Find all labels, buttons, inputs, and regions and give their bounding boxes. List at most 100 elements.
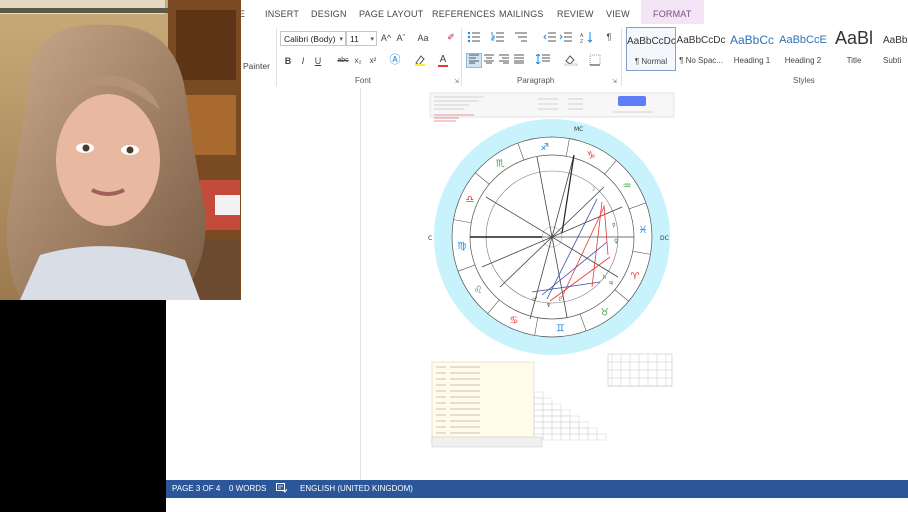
style-heading-2[interactable]: AaBbCcE Heading 2 xyxy=(778,27,828,69)
align-center-icon[interactable] xyxy=(482,54,496,67)
aspect-grid-cell xyxy=(560,409,571,417)
style-sample: AaBl xyxy=(834,28,874,48)
proofing-icon[interactable] xyxy=(276,483,288,495)
bold-button[interactable]: B xyxy=(283,55,293,67)
increase-indent-icon[interactable] xyxy=(559,31,573,46)
align-right-icon[interactable] xyxy=(497,54,511,67)
bottom-strip xyxy=(166,498,908,512)
aspect-grid-cell xyxy=(587,433,598,441)
aspect-grid-cell xyxy=(542,427,553,435)
word-count[interactable]: 0 WORDS xyxy=(229,484,266,493)
tab-references[interactable]: REFERENCES xyxy=(432,9,496,19)
aspect-grid-cell xyxy=(551,409,562,417)
zodiac-sign-glyph: ♑ xyxy=(586,151,595,162)
borders-icon[interactable] xyxy=(588,54,602,69)
aspect-grid-cell xyxy=(560,415,571,423)
font-size-value: 11 xyxy=(350,34,359,44)
font-name-value: Calibri (Body) xyxy=(284,34,336,44)
aspect-grid-cell xyxy=(533,403,544,411)
line-spacing-icon[interactable] xyxy=(535,53,551,67)
aspect-grid-cell xyxy=(569,415,580,423)
aspect-grid-cell xyxy=(533,409,544,417)
align-left-icon[interactable] xyxy=(466,53,482,68)
grow-font-icon[interactable]: A^ xyxy=(380,32,392,44)
format-painter-button[interactable]: Painter xyxy=(243,61,270,71)
font-dialog-launcher-icon[interactable]: ⇲ xyxy=(454,78,459,85)
tab-view[interactable]: VIEW xyxy=(606,9,630,19)
multilevel-list-icon[interactable] xyxy=(514,31,528,46)
numbering-icon[interactable] xyxy=(491,31,505,46)
superscript-button[interactable]: x² xyxy=(367,55,379,67)
tab-mailings[interactable]: MAILINGS xyxy=(499,9,544,19)
italic-button[interactable]: I xyxy=(298,55,308,67)
language-indicator[interactable]: ENGLISH (UNITED KINGDOM) xyxy=(300,484,413,493)
aspect-grid-cell xyxy=(551,421,562,429)
zodiac-sign-glyph: ♐ xyxy=(540,142,549,153)
embedded-chart-image[interactable]: ☽ ☿ ♀ ♄♃ ♂ ♆ ♇ AC MC DC ♈ ♉ ♊ ♋ ♌ ♍ ♎ ♏ ♐ ♑ ♒ ♓ xyxy=(424,92,676,466)
presenter-video xyxy=(0,0,241,300)
aspect-grid-cell xyxy=(569,421,580,429)
svg-text:♇: ♇ xyxy=(558,296,563,303)
chevron-down-icon: ▾ xyxy=(339,36,343,43)
sort-icon[interactable]: AZ xyxy=(580,31,594,46)
text-effects-icon[interactable]: Ⓐ xyxy=(389,54,401,66)
style-heading-1[interactable]: AaBbCc Heading 1 xyxy=(727,27,777,69)
bullets-icon[interactable] xyxy=(467,31,481,46)
descendant-label: DC xyxy=(660,235,669,242)
zodiac-sign-glyph: ♌ xyxy=(473,285,482,296)
paragraph-group-label: Paragraph xyxy=(517,76,555,85)
svg-text:Z: Z xyxy=(580,39,583,43)
aspect-grid-cell xyxy=(551,433,562,441)
font-color-button[interactable]: A xyxy=(437,53,449,67)
zodiac-sign-glyph: ♈ xyxy=(630,271,639,282)
style-sample: AaBbCcDc xyxy=(627,36,675,47)
style-no-spacing[interactable]: AaBbCcDc ¶ No Spac... xyxy=(676,27,726,69)
aspect-grid-cell xyxy=(578,421,589,429)
strikethrough-button[interactable]: abc xyxy=(336,55,350,67)
aspect-grid-cell xyxy=(560,433,571,441)
svg-text:☽: ☽ xyxy=(590,186,595,193)
natal-chart-svg: ☽ ☿ ♀ ♄♃ ♂ ♆ ♇ AC MC DC ♈ ♉ ♊ ♋ ♌ ♍ ♎ ♏ ♐ ♑ ♒ ♓ xyxy=(424,92,675,448)
aspect-grid-cell xyxy=(578,427,589,435)
aspect-grid-cell xyxy=(587,427,598,435)
aspect-grid-cell xyxy=(560,421,571,429)
tab-format[interactable]: FORMAT xyxy=(641,0,704,24)
svg-text:♂: ♂ xyxy=(532,296,537,303)
aspect-grid-cell xyxy=(542,397,553,405)
subscript-button[interactable]: x₂ xyxy=(352,55,364,67)
highlight-icon[interactable] xyxy=(414,54,426,69)
tab-design[interactable]: DESIGN xyxy=(311,9,347,19)
zodiac-sign-glyph: ♓ xyxy=(639,225,648,236)
style-normal[interactable]: AaBbCcDc ¶ Normal xyxy=(626,27,676,71)
video-letterbox xyxy=(0,300,166,512)
shading-icon[interactable] xyxy=(564,54,578,69)
show-formatting-button[interactable]: ¶ xyxy=(603,31,615,43)
style-name: ¶ Normal xyxy=(634,57,668,66)
style-title[interactable]: AaBl Title xyxy=(829,27,879,69)
clear-formatting-icon[interactable]: ✐ xyxy=(444,31,458,43)
aspect-grid-cell xyxy=(533,397,544,405)
justify-icon[interactable] xyxy=(512,54,526,67)
paragraph-dialog-launcher-icon[interactable]: ⇲ xyxy=(612,78,617,85)
aspect-grid-cell xyxy=(542,415,553,423)
aspect-grid-cell xyxy=(569,433,580,441)
font-color-letter: A xyxy=(439,54,447,65)
font-name-combo[interactable]: Calibri (Body) ▾ xyxy=(280,31,346,46)
style-sample: AaBbCcE xyxy=(779,34,827,46)
ribbon-divider xyxy=(461,28,462,86)
page-margin-line xyxy=(360,88,361,480)
font-size-combo[interactable]: 11 ▾ xyxy=(346,31,377,46)
page-count[interactable]: PAGE 3 OF 4 xyxy=(172,484,220,493)
change-case-button[interactable]: Aa xyxy=(415,32,431,44)
tab-review[interactable]: REVIEW xyxy=(557,9,594,19)
style-subtitle[interactable]: AaBb Subti xyxy=(880,27,908,69)
aspect-grid-cell xyxy=(542,433,553,441)
underline-button[interactable]: U xyxy=(313,55,323,67)
decrease-indent-icon[interactable] xyxy=(543,31,557,46)
tab-page-layout[interactable]: PAGE LAYOUT xyxy=(359,9,423,19)
zodiac-sign-glyph: ♒ xyxy=(623,181,632,192)
shrink-font-icon[interactable]: Aˇ xyxy=(395,32,407,44)
tab-insert[interactable]: INSERT xyxy=(265,9,299,19)
aspect-grid-cell xyxy=(569,427,580,435)
zodiac-sign-glyph: ♊ xyxy=(556,324,565,335)
